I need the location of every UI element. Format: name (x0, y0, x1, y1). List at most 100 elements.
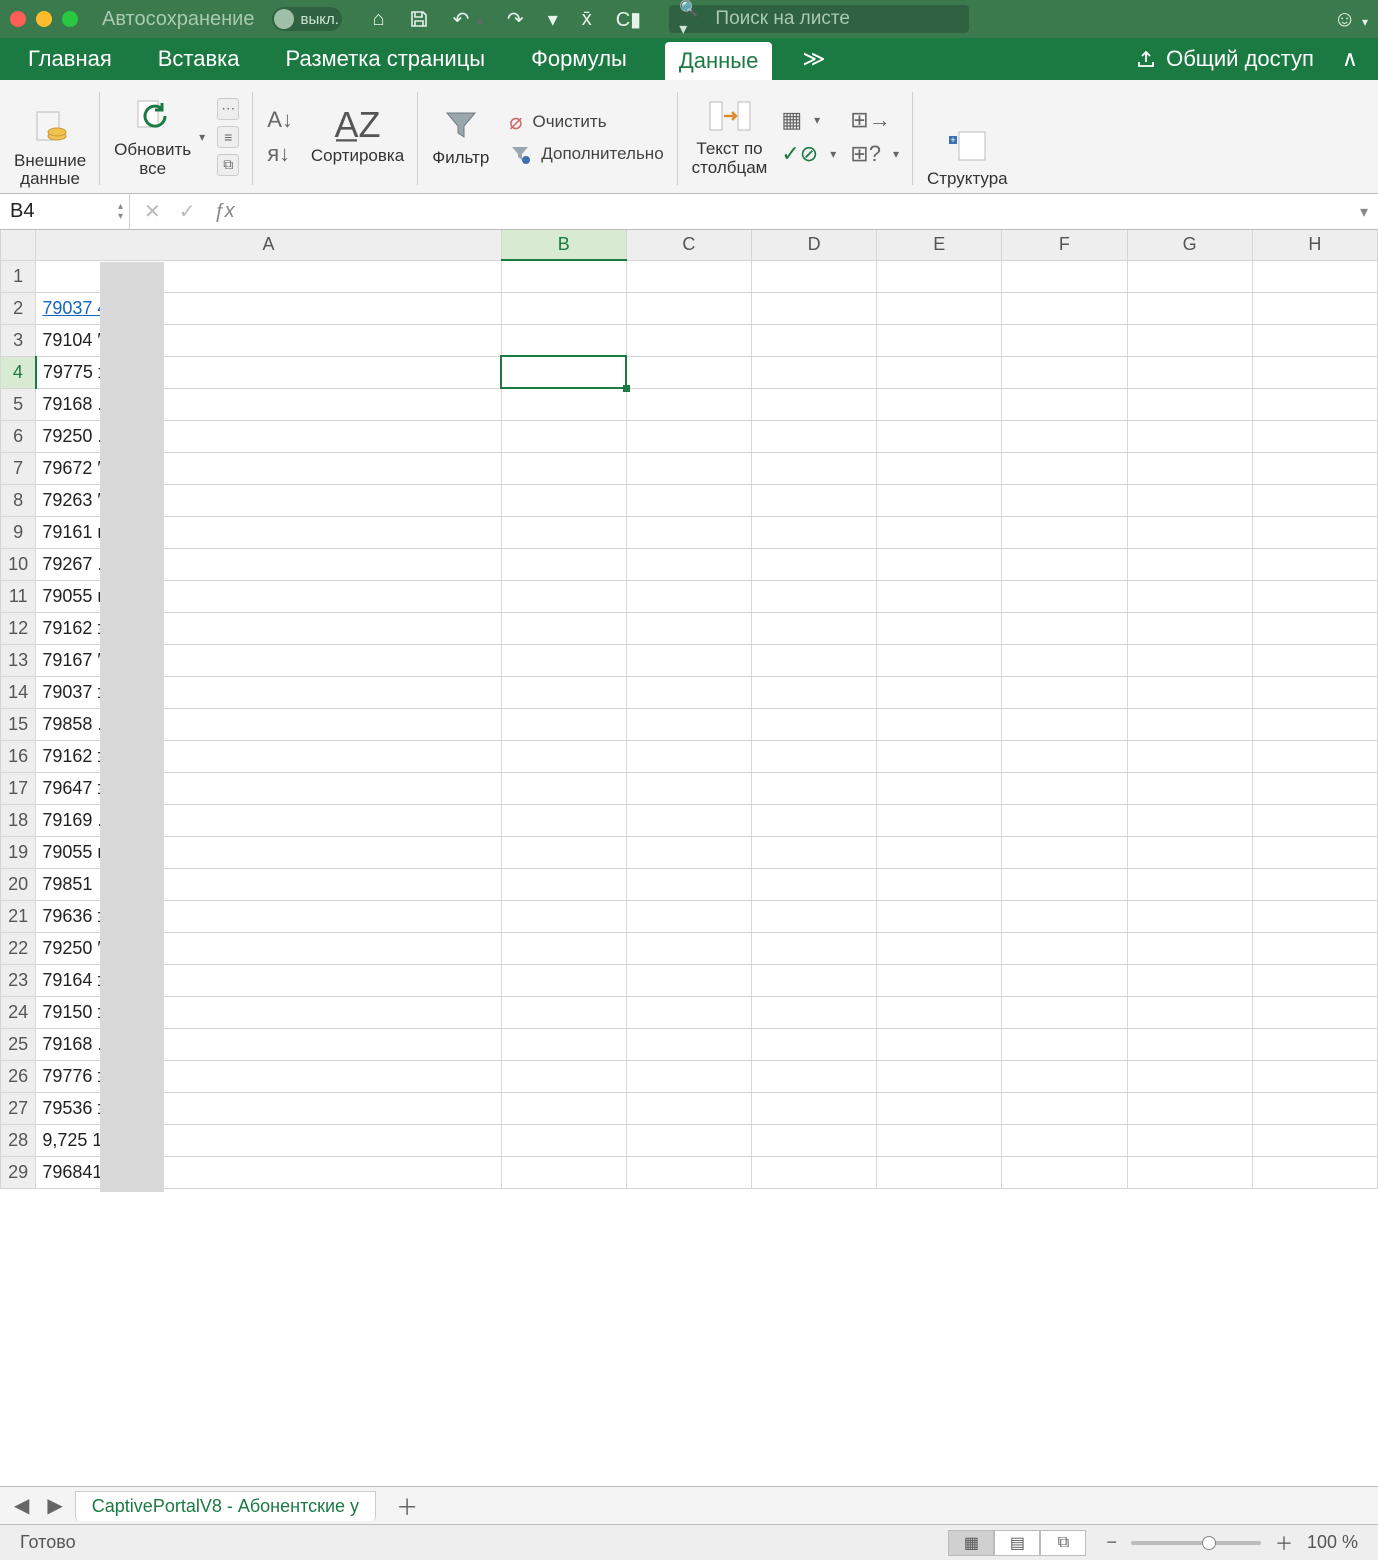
share-button[interactable]: Общий доступ ∧ (1136, 38, 1358, 80)
cell[interactable] (1002, 644, 1127, 676)
cell[interactable] (626, 708, 751, 740)
zoom-in-icon[interactable]: ＋ (1275, 1530, 1293, 1556)
cell[interactable] (877, 548, 1002, 580)
cell[interactable]: 79684120074 (36, 1156, 501, 1188)
cell[interactable] (877, 644, 1002, 676)
cell[interactable]: 79104 ′1 (36, 324, 501, 356)
column-header[interactable]: A (36, 230, 501, 260)
cell[interactable] (751, 644, 876, 676)
zoom-out-icon[interactable]: − (1106, 1532, 1117, 1553)
cell[interactable] (1252, 772, 1377, 804)
row-header[interactable]: 26 (1, 1060, 36, 1092)
cell[interactable]: 79776 ϶5 (36, 1060, 501, 1092)
cell[interactable] (1252, 388, 1377, 420)
cell[interactable] (1127, 964, 1252, 996)
cell[interactable] (877, 1028, 1002, 1060)
cell[interactable] (877, 964, 1002, 996)
remove-duplicates-button[interactable]: ▦▾ (781, 107, 836, 133)
cell[interactable] (1002, 740, 1127, 772)
cell[interactable] (751, 900, 876, 932)
cell[interactable] (1252, 260, 1377, 292)
cell[interactable] (1002, 708, 1127, 740)
cell[interactable] (501, 1028, 626, 1060)
row-header[interactable]: 5 (1, 388, 36, 420)
cell[interactable] (751, 1028, 876, 1060)
cell[interactable] (626, 676, 751, 708)
cell[interactable] (1252, 452, 1377, 484)
cell[interactable] (751, 1060, 876, 1092)
cell[interactable] (877, 868, 1002, 900)
cell[interactable] (1002, 260, 1127, 292)
cell[interactable] (1252, 1028, 1377, 1060)
cell[interactable] (1002, 388, 1127, 420)
cell[interactable] (1002, 996, 1127, 1028)
home-icon[interactable]: ⌂ (372, 8, 384, 31)
tab-insert[interactable]: Вставка (150, 38, 248, 80)
row-header[interactable]: 28 (1, 1124, 36, 1156)
connections-icon[interactable]: ⋯ (217, 98, 239, 120)
cell[interactable] (877, 484, 1002, 516)
cell[interactable] (1002, 420, 1127, 452)
row-header[interactable]: 3 (1, 324, 36, 356)
cell[interactable] (751, 1124, 876, 1156)
cell[interactable] (1252, 676, 1377, 708)
row-header[interactable]: 19 (1, 836, 36, 868)
cancel-formula-icon[interactable]: ✕ (144, 199, 161, 224)
cell[interactable] (1127, 996, 1252, 1028)
cell[interactable] (877, 612, 1002, 644)
cell[interactable] (1127, 1028, 1252, 1060)
cell[interactable] (1002, 868, 1127, 900)
cell[interactable] (501, 964, 626, 996)
cell[interactable] (1252, 964, 1377, 996)
cell[interactable] (751, 420, 876, 452)
cell[interactable] (626, 772, 751, 804)
cell[interactable] (751, 484, 876, 516)
cell[interactable] (877, 420, 1002, 452)
row-header[interactable]: 8 (1, 484, 36, 516)
column-header[interactable]: C (626, 230, 751, 260)
cell[interactable] (877, 676, 1002, 708)
cell[interactable] (877, 772, 1002, 804)
cell[interactable]: 79263 ′2 (36, 484, 501, 516)
cell[interactable] (1002, 836, 1127, 868)
cell[interactable] (1002, 324, 1127, 356)
cell[interactable] (501, 1060, 626, 1092)
cell[interactable] (751, 676, 876, 708)
cell[interactable] (877, 996, 1002, 1028)
cell[interactable] (626, 644, 751, 676)
cell[interactable] (501, 836, 626, 868)
cell[interactable]: 79250 ′7 (36, 932, 501, 964)
cell[interactable]: 79055 ι0 (36, 836, 501, 868)
cell[interactable] (626, 484, 751, 516)
column-header[interactable]: D (751, 230, 876, 260)
cell[interactable] (1252, 932, 1377, 964)
cell[interactable] (751, 452, 876, 484)
cell[interactable] (751, 772, 876, 804)
cell[interactable] (501, 548, 626, 580)
properties-icon[interactable]: ≡ (217, 126, 239, 148)
cell[interactable] (501, 452, 626, 484)
cell[interactable] (1127, 772, 1252, 804)
chevron-down-icon[interactable]: ▾ (199, 130, 205, 144)
cell[interactable] (626, 740, 751, 772)
undo-icon[interactable]: ↶ ▾ (453, 7, 483, 32)
cell[interactable] (877, 932, 1002, 964)
cell[interactable] (1002, 676, 1127, 708)
cell[interactable] (1127, 420, 1252, 452)
cell[interactable]: 79162 ϶8 (36, 612, 501, 644)
cell[interactable]: 79168 .1 (36, 388, 501, 420)
cell[interactable] (501, 900, 626, 932)
cell[interactable] (1127, 260, 1252, 292)
cell[interactable] (501, 388, 626, 420)
cell[interactable] (501, 676, 626, 708)
cell[interactable] (1252, 1092, 1377, 1124)
cell[interactable] (1127, 1156, 1252, 1188)
cell[interactable] (626, 1028, 751, 1060)
structure-button[interactable]: + Структура (927, 126, 1008, 189)
cell[interactable] (1127, 1060, 1252, 1092)
advanced-filter-button[interactable]: Дополнительно (509, 143, 663, 165)
cell[interactable] (751, 356, 876, 388)
cell[interactable] (877, 516, 1002, 548)
cell[interactable] (626, 516, 751, 548)
column-header[interactable]: G (1127, 230, 1252, 260)
